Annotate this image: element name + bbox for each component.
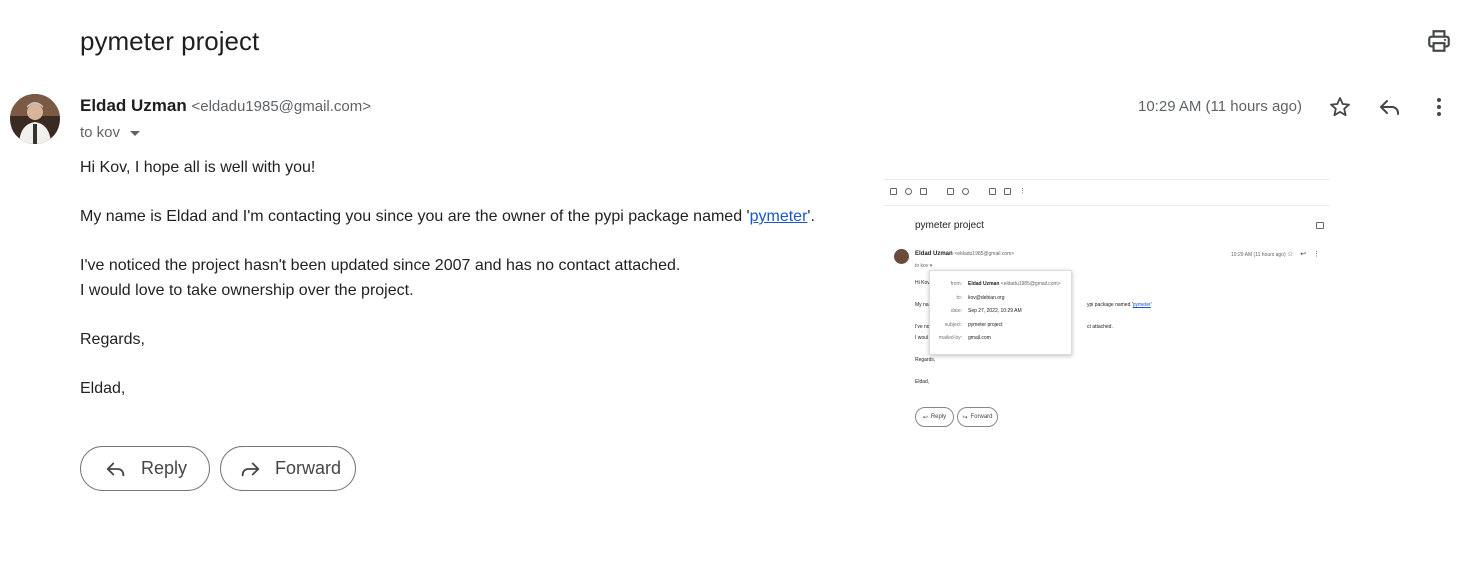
- thumb-recipients: to kov ▾: [915, 263, 933, 269]
- sender-email: <eldadu1985@gmail.com>: [191, 98, 371, 115]
- print-icon: [1428, 30, 1450, 52]
- thumb-body-text-segment: ypi package named ': [1087, 302, 1133, 308]
- thumb-body-text: I've no: [915, 324, 930, 330]
- sender-avatar[interactable]: [10, 94, 60, 144]
- recipients-label: to kov: [80, 124, 121, 141]
- divider: [884, 205, 1330, 206]
- body-signature: Eldad,: [80, 379, 126, 397]
- thumb-forward-label: Forward: [970, 414, 993, 420]
- reply-icon: ↩: [1300, 251, 1307, 258]
- pymeter-link[interactable]: pymeter: [750, 208, 808, 225]
- thumb-actions: ☆ ↩ ⋮: [1287, 250, 1320, 258]
- mail-icon: [947, 187, 954, 195]
- thumb-reply-button: ↩ Reply: [915, 407, 954, 427]
- detail-value: gmail.com: [968, 335, 991, 341]
- thumb-body-text-segment: ': [1150, 302, 1152, 308]
- sender-name[interactable]: Eldad Uzman: [80, 96, 187, 115]
- detail-value: pymeter project: [968, 322, 1003, 328]
- forward-button-label: Forward: [275, 458, 342, 478]
- reply-icon: [1380, 100, 1399, 115]
- avatar-image: [10, 94, 60, 144]
- thumb-body-signature: Eldad,: [915, 379, 930, 385]
- detail-label: subject:: [944, 322, 962, 328]
- clock-icon: [962, 187, 969, 195]
- report-icon: [905, 187, 912, 195]
- thumb-recipients-label: to kov: [915, 263, 929, 269]
- reply-icon-button[interactable]: [1378, 95, 1402, 119]
- more-vert-icon: ⋮: [1313, 251, 1321, 258]
- embedded-screenshot: ⋮ pymeter project Eldad Uzman <eldadu198…: [884, 178, 1330, 440]
- thumb-pymeter-link: pymeter: [1132, 302, 1151, 308]
- chevron-down-icon: [130, 131, 141, 136]
- thumb-body-text: ct attached.: [1087, 324, 1113, 330]
- thumb-avatar: [894, 249, 909, 264]
- reply-button[interactable]: Reply: [80, 446, 210, 491]
- thumb-sender: Eldad Uzman <eldadu1985@gmail.com>: [915, 251, 1014, 257]
- detail-value: Eldad Uzman <eldadu1985@gmail.com>: [968, 281, 1061, 287]
- thumb-body-text: ypi package named 'pymeter': [1087, 300, 1152, 311]
- more-vert-icon: ⋮: [1019, 188, 1026, 195]
- thumb-forward-button: ↪ Forward: [957, 407, 998, 427]
- print-button[interactable]: [1426, 28, 1452, 54]
- thumb-subject: pymeter project: [915, 220, 984, 231]
- detail-value: Sep 27, 2022, 10:29 AM: [968, 308, 1022, 314]
- email-body: Hi Kov, I hope all is well with you! My …: [80, 156, 815, 401]
- print-icon: [1316, 222, 1324, 229]
- star-icon: [1330, 97, 1350, 117]
- star-icon: ☆: [1287, 251, 1294, 258]
- divider: [884, 179, 1330, 180]
- email-timestamp: 10:29 AM (11 hours ago): [1138, 98, 1302, 115]
- body-greeting: Hi Kov, I hope all is well with you!: [80, 159, 316, 176]
- sender-line: Eldad Uzman <eldadu1985@gmail.com>: [80, 96, 371, 116]
- thumb-timestamp: 10:29 AM (11 hours ago): [1231, 252, 1286, 258]
- star-button[interactable]: [1328, 95, 1352, 119]
- detail-from-name: Eldad Uzman: [968, 281, 1000, 287]
- thumb-body-closing: Regards,: [915, 357, 936, 363]
- detail-value: kov@debian.org: [968, 295, 1005, 301]
- body-text-segment: My name is Eldad and I'm contacting you …: [80, 208, 750, 225]
- body-closing: Regards,: [80, 330, 145, 348]
- reply-icon: ↩: [922, 414, 928, 421]
- thumb-sender-email: <eldadu1985@gmail.com>: [954, 251, 1015, 257]
- reply-button-label: Reply: [141, 458, 188, 478]
- email-subject: pymeter project: [80, 26, 260, 56]
- archive-icon: [890, 187, 897, 195]
- detail-label: to:: [956, 295, 962, 301]
- thumb-details-popup: from: Eldad Uzman <eldadu1985@gmail.com>…: [929, 270, 1072, 355]
- task-icon: [989, 187, 996, 195]
- delete-icon: [920, 187, 927, 195]
- thumb-toolbar: ⋮: [890, 187, 1026, 195]
- more-options-button[interactable]: [1427, 95, 1451, 119]
- label-icon: [1004, 187, 1011, 195]
- detail-label: date:: [950, 308, 962, 314]
- detail-label: from:: [950, 281, 962, 287]
- thumb-body-text: My na: [915, 302, 929, 308]
- reply-icon: [106, 462, 125, 476]
- detail-from-email: <eldadu1985@gmail.com>: [1000, 281, 1061, 287]
- recipients-toggle[interactable]: to kov: [80, 124, 141, 141]
- forward-button[interactable]: Forward: [220, 446, 356, 491]
- body-line: I would love to take ownership over the …: [80, 281, 414, 299]
- body-text-segment: '.: [807, 208, 815, 225]
- more-vert-icon: [1437, 98, 1441, 116]
- thumb-sender-name: Eldad Uzman: [915, 251, 953, 257]
- body-line: I've noticed the project hasn't been upd…: [80, 257, 681, 274]
- body-paragraph: My name is Eldad and I'm contacting you …: [80, 205, 815, 230]
- thumb-reply-label: Reply: [930, 414, 947, 420]
- forward-icon: [241, 462, 260, 476]
- forward-icon: ↪: [962, 414, 968, 421]
- detail-label: mailed-by:: [938, 335, 962, 341]
